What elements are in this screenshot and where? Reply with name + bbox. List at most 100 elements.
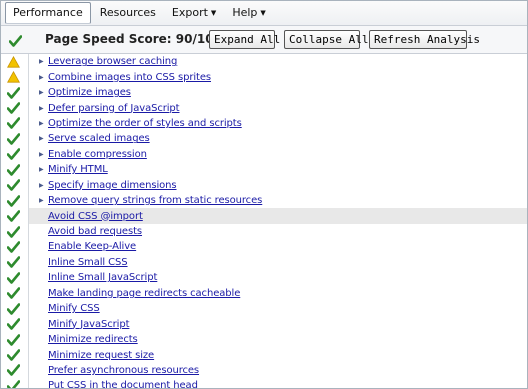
rule-status-cell	[1, 146, 29, 163]
rule-row[interactable]: Minimize request size	[1, 347, 527, 363]
expand-all-button[interactable]: Expand All	[209, 30, 280, 49]
tab-performance[interactable]: Performance	[5, 2, 91, 24]
rule-link[interactable]: Prefer asynchronous resources	[48, 365, 199, 376]
rule-status-cell	[1, 115, 29, 132]
check-icon	[7, 302, 20, 315]
rule-row[interactable]: ▶ Combine images into CSS sprites	[1, 69, 527, 85]
rule-status-cell	[1, 316, 29, 332]
rule-row[interactable]: ▶ Optimize the order of styles and script…	[1, 115, 527, 132]
rule-row[interactable]: ▶ Remove query strings from static resour…	[1, 192, 527, 209]
expand-arrow-icon[interactable]: ▶	[39, 58, 47, 65]
page-speed-score: Page Speed Score: 90/100	[45, 32, 222, 46]
rule-row[interactable]: Avoid bad requests	[1, 223, 527, 240]
rule-link[interactable]: Remove query strings from static resourc…	[48, 195, 262, 206]
check-icon	[7, 225, 20, 238]
rule-link[interactable]: Avoid CSS @import	[48, 211, 143, 222]
rule-status-cell	[1, 254, 29, 271]
rule-link[interactable]: Inline Small JavaScript	[48, 272, 157, 283]
expand-arrow-icon[interactable]: ▶	[39, 105, 47, 112]
check-icon	[7, 102, 20, 114]
warning-icon	[7, 55, 20, 68]
rule-link[interactable]: Enable compression	[48, 149, 147, 160]
rule-row[interactable]: Prefer asynchronous resources	[1, 362, 527, 379]
rule-status-cell	[1, 192, 29, 209]
rule-row[interactable]: Minify JavaScript	[1, 316, 527, 332]
rule-row[interactable]: ▶ Defer parsing of JavaScript	[1, 100, 527, 116]
rule-status-cell	[1, 378, 29, 388]
rule-link[interactable]: Minify HTML	[48, 164, 108, 175]
expand-arrow-icon[interactable]: ▶	[39, 166, 47, 173]
rule-status-cell	[1, 331, 29, 348]
rule-link[interactable]: Minify JavaScript	[48, 319, 130, 330]
rule-row[interactable]: ▶ Specify image dimensions	[1, 177, 527, 193]
expand-arrow-icon[interactable]: ▶	[39, 151, 47, 158]
score-toolbar: Page Speed Score: 90/100 Expand All Coll…	[1, 26, 527, 54]
rule-row[interactable]: Enable Keep-Alive	[1, 239, 527, 255]
export-menu-label: Export	[171, 6, 208, 19]
rule-row[interactable]: ▶ Leverage browser caching	[1, 54, 527, 70]
rule-row[interactable]: ▶ Enable compression	[1, 146, 527, 163]
rule-status-cell	[1, 239, 29, 255]
help-menu[interactable]: Help ▼	[225, 3, 272, 23]
rule-status-cell	[1, 177, 29, 193]
export-menu[interactable]: Export ▼	[165, 3, 223, 23]
check-icon	[7, 210, 20, 222]
check-icon	[7, 287, 20, 300]
collapse-all-button[interactable]: Collapse All	[284, 30, 368, 49]
rule-status-cell	[1, 301, 29, 317]
rule-row[interactable]: Make landing page redirects cacheable	[1, 285, 527, 301]
expand-arrow-icon[interactable]: ▶	[39, 89, 47, 96]
expand-arrow-icon[interactable]: ▶	[39, 135, 47, 142]
rule-status-cell	[1, 162, 29, 178]
check-icon	[9, 32, 22, 51]
expand-arrow-icon[interactable]: ▶	[39, 74, 47, 81]
warning-icon	[7, 71, 20, 83]
rule-link[interactable]: Optimize images	[48, 87, 131, 98]
rule-status-cell	[1, 270, 29, 286]
check-icon	[7, 333, 20, 346]
rule-row[interactable]: Avoid CSS @import	[1, 208, 527, 224]
rule-row[interactable]: ▶ Serve scaled images	[1, 131, 527, 147]
expand-arrow-icon[interactable]: ▶	[39, 197, 47, 204]
rule-link[interactable]: Serve scaled images	[48, 133, 150, 144]
rule-row[interactable]: ▶ Minify HTML	[1, 162, 527, 178]
chevron-down-icon: ▼	[260, 9, 266, 17]
check-icon	[7, 86, 20, 99]
help-menu-label: Help	[232, 6, 258, 19]
expand-arrow-icon[interactable]: ▶	[39, 182, 47, 189]
rule-link[interactable]: Minimize redirects	[48, 334, 138, 345]
rule-status-cell	[1, 208, 29, 224]
rule-row[interactable]: Inline Small CSS	[1, 254, 527, 271]
rule-row[interactable]: Put CSS in the document head	[1, 378, 527, 388]
rule-link[interactable]: Inline Small CSS	[48, 257, 128, 268]
rule-status-cell	[1, 84, 29, 101]
rule-row[interactable]: Inline Small JavaScript	[1, 270, 527, 286]
rule-link[interactable]: Avoid bad requests	[48, 226, 142, 237]
check-icon	[7, 179, 20, 192]
check-icon	[7, 241, 20, 253]
rule-link[interactable]: Enable Keep-Alive	[48, 241, 136, 252]
rule-link[interactable]: Make landing page redirects cacheable	[48, 288, 240, 299]
rule-link[interactable]: Minify CSS	[48, 303, 100, 314]
expand-arrow-icon[interactable]: ▶	[39, 120, 47, 127]
rule-status-cell	[1, 69, 29, 85]
rule-status-cell	[1, 223, 29, 240]
check-icon	[7, 272, 20, 284]
rule-link[interactable]: Defer parsing of JavaScript	[48, 103, 180, 114]
page-speed-panel: Performance Resources Export ▼ Help ▼ Page…	[0, 0, 528, 389]
tab-resources[interactable]: Resources	[93, 3, 163, 23]
rule-link[interactable]: Specify image dimensions	[48, 180, 177, 191]
rule-link[interactable]: Optimize the order of styles and scripts	[48, 118, 242, 129]
rule-link[interactable]: Minimize request size	[48, 350, 154, 361]
rule-row[interactable]: Minify CSS	[1, 301, 527, 317]
refresh-analysis-button[interactable]: Refresh Analysis	[369, 30, 480, 49]
rule-row[interactable]: Minimize redirects	[1, 331, 527, 348]
rule-status-cell	[1, 131, 29, 147]
rule-status-cell	[1, 54, 29, 70]
check-icon	[7, 133, 20, 145]
check-icon	[7, 163, 20, 176]
rule-link[interactable]: Leverage browser caching	[48, 56, 177, 67]
rule-link[interactable]: Combine images into CSS sprites	[48, 72, 211, 83]
rule-link[interactable]: Put CSS in the document head	[48, 380, 198, 388]
rule-row[interactable]: ▶ Optimize images	[1, 84, 527, 101]
